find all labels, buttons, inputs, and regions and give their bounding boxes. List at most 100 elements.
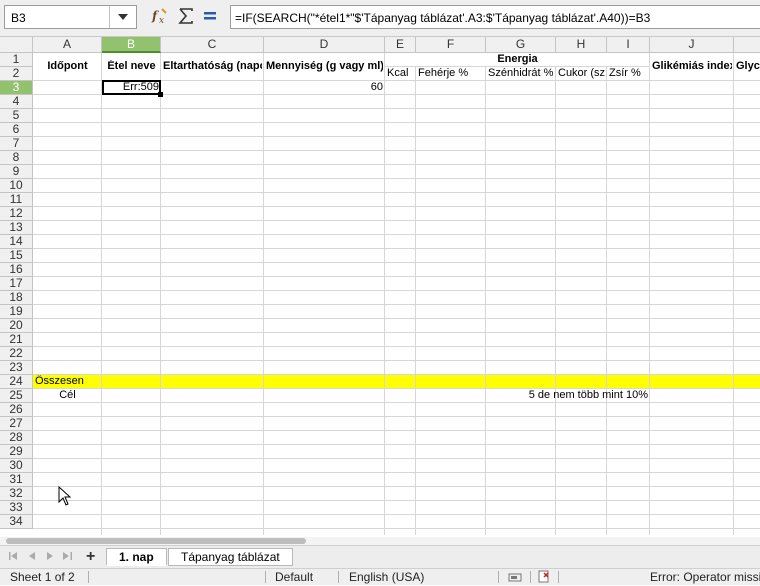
column-header[interactable]: G [486, 37, 556, 53]
svg-text:x: x [159, 16, 164, 25]
cell-a24[interactable]: Összesen [35, 375, 100, 388]
status-error-message: Error: Operator missing [650, 570, 760, 584]
name-box-dropdown[interactable] [109, 6, 136, 28]
row-header[interactable]: 30 [0, 459, 33, 473]
row-header[interactable]: 17 [0, 277, 33, 291]
fill-handle[interactable] [158, 92, 163, 97]
sum-button[interactable] [176, 6, 196, 28]
row-header[interactable]: 33 [0, 501, 33, 515]
row-header[interactable]: 26 [0, 403, 33, 417]
cell-a25[interactable]: Cél [35, 389, 100, 402]
row-header[interactable]: 21 [0, 333, 33, 347]
plus-icon: + [86, 548, 96, 565]
next-sheet-button[interactable] [44, 551, 56, 563]
row-header[interactable]: 16 [0, 263, 33, 277]
cell-cursor [102, 80, 161, 95]
cell-d1[interactable]: Mennyiség (g vagy ml) [266, 60, 383, 73]
function-wizard-button[interactable]: fx [150, 6, 170, 28]
last-sheet-button[interactable] [62, 551, 74, 563]
row-header[interactable]: 24 [0, 375, 33, 389]
column-headers: ABCDEFGHIJ [0, 37, 760, 53]
cell-f2[interactable]: Fehérje % [418, 67, 484, 80]
mouse-pointer-icon [58, 485, 72, 509]
formula-text: =IF(SEARCH("*étel1*"$'Tápanyag táblázat'… [235, 11, 651, 25]
column-header[interactable]: A [33, 37, 102, 53]
page-style[interactable]: Default [275, 570, 313, 584]
row-header[interactable]: 13 [0, 221, 33, 235]
row-header[interactable]: 29 [0, 445, 33, 459]
formula-button[interactable] [200, 6, 220, 28]
equals-icon [203, 10, 217, 25]
row-header[interactable]: 22 [0, 347, 33, 361]
row-header[interactable]: 19 [0, 305, 33, 319]
row-header[interactable]: 8 [0, 151, 33, 165]
row-header[interactable]: 1 [0, 53, 33, 67]
row-header[interactable]: 11 [0, 193, 33, 207]
row-header[interactable]: 15 [0, 249, 33, 263]
column-header[interactable]: J [650, 37, 734, 53]
cell-j1[interactable]: Glikémiás index [652, 60, 732, 73]
row-header[interactable]: 27 [0, 417, 33, 431]
sheet-tab-label: Tápanyag táblázat [181, 550, 280, 564]
row-header[interactable]: 31 [0, 473, 33, 487]
column-header[interactable]: B [102, 37, 161, 53]
cell-e2[interactable]: Kcal [387, 67, 414, 80]
row-header[interactable]: 9 [0, 165, 33, 179]
svg-text:f: f [151, 9, 159, 23]
column-header[interactable]: D [264, 37, 385, 53]
row-header[interactable]: 32 [0, 487, 33, 501]
row-header[interactable]: 20 [0, 319, 33, 333]
sheet-tab-1-nap[interactable]: 1. nap [106, 548, 167, 566]
column-header[interactable]: C [161, 37, 264, 53]
cell-k1[interactable]: Glycemic load [736, 60, 760, 73]
cell-g25[interactable]: 5 de nem több mint 10% [416, 389, 648, 402]
formula-bar: B3 fx =IF(SEARCH("*étel1*"$'Tápanyag táb… [0, 0, 760, 37]
cell-area[interactable]: Időpont Étel neve Eltarthatóság (napok) Men… [33, 53, 760, 535]
row-header[interactable]: 23 [0, 361, 33, 375]
row-header[interactable]: 5 [0, 109, 33, 123]
row-header[interactable]: 28 [0, 431, 33, 445]
formula-input[interactable]: =IF(SEARCH("*étel1*"$'Tápanyag táblázat'… [230, 5, 760, 29]
cell-h2[interactable]: Cukor (szénhidrát) [558, 67, 605, 80]
name-box-value: B3 [11, 11, 26, 25]
function-wizard-icon: fx [151, 7, 169, 28]
last-sheet-icon [63, 551, 73, 563]
name-box[interactable]: B3 [4, 5, 137, 29]
column-header[interactable]: I [607, 37, 650, 53]
language[interactable]: English (USA) [349, 570, 424, 584]
spreadsheet-grid: ABCDEFGHIJ 1 2 3 4 5 6 7 8 9 10 11 12 13 14 15 16 17 18 19… [0, 37, 760, 535]
previous-sheet-icon [28, 551, 36, 563]
row-header[interactable]: 6 [0, 123, 33, 137]
row-header[interactable]: 2 [0, 67, 33, 81]
cell-b1[interactable]: Étel neve [104, 60, 159, 73]
row-header[interactable]: 3 [0, 81, 33, 95]
row-header[interactable]: 4 [0, 95, 33, 109]
column-header[interactable] [734, 37, 760, 53]
row-header[interactable]: 12 [0, 207, 33, 221]
row-header[interactable]: 18 [0, 291, 33, 305]
column-header[interactable]: E [385, 37, 416, 53]
cell-c1[interactable]: Eltarthatóság (napok) [163, 60, 262, 73]
sheet-tab-label: 1. nap [119, 550, 154, 564]
cell-e1_energy[interactable]: Energia [387, 53, 648, 66]
row-header[interactable]: 34 [0, 515, 33, 529]
row-header[interactable]: 10 [0, 179, 33, 193]
cell-d3[interactable]: 60 [266, 81, 383, 94]
chevron-down-icon [118, 11, 128, 23]
row-header[interactable]: 14 [0, 235, 33, 249]
first-sheet-button[interactable] [8, 551, 20, 563]
total-row-highlight [33, 375, 760, 389]
column-header[interactable]: H [556, 37, 607, 53]
sheet-tab-tapanyag-tablazat[interactable]: Tápanyag táblázat [168, 548, 293, 566]
row-header[interactable]: 25 [0, 389, 33, 403]
cell-g2[interactable]: Szénhidrát % [488, 67, 554, 80]
previous-sheet-button[interactable] [26, 551, 38, 563]
column-header[interactable]: F [416, 37, 486, 53]
status-bar: Sheet 1 of 2 Default English (USA) Error… [0, 568, 760, 585]
add-sheet-button[interactable]: + [86, 548, 95, 566]
row-header[interactable]: 7 [0, 137, 33, 151]
horizontal-scrollbar[interactable] [0, 537, 760, 545]
scrollbar-thumb[interactable] [6, 538, 306, 544]
cell-i2[interactable]: Zsír % [609, 67, 648, 80]
cell-a1[interactable]: Időpont [35, 60, 100, 73]
